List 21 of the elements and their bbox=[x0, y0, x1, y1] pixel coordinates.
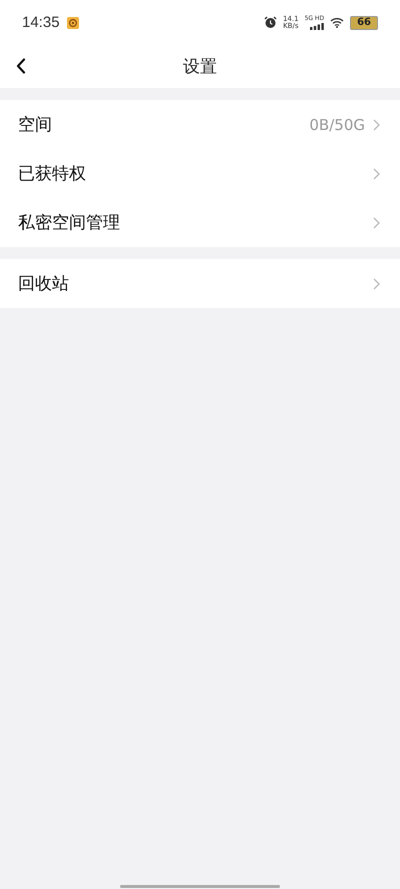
row-label: 空间 bbox=[18, 114, 52, 136]
status-time: 14:35 bbox=[22, 14, 60, 31]
alarm-icon bbox=[264, 16, 277, 29]
chevron-icon bbox=[373, 278, 380, 290]
row-label: 回收站 bbox=[18, 273, 69, 295]
chevron-icon bbox=[373, 216, 380, 228]
settings-row[interactable]: 回收站 bbox=[0, 259, 400, 308]
chevron-icon bbox=[373, 118, 380, 130]
row-label: 私密空间管理 bbox=[18, 212, 120, 234]
app-notification-icon bbox=[66, 16, 79, 28]
chevron-icon bbox=[373, 168, 380, 180]
battery-indicator: 66 bbox=[350, 16, 378, 30]
back-icon[interactable] bbox=[16, 58, 26, 74]
row-label: 已获特权 bbox=[18, 163, 86, 185]
settings-row[interactable]: 已获特权 bbox=[0, 149, 400, 198]
settings-row[interactable]: 私密空间管理 bbox=[0, 198, 400, 247]
signal-icon bbox=[310, 22, 324, 30]
settings-row[interactable]: 空间 0B/50G bbox=[0, 100, 400, 149]
page-title: 设置 bbox=[183, 56, 217, 78]
row-value: 0B/50G bbox=[309, 116, 365, 134]
wifi-icon bbox=[330, 17, 344, 28]
